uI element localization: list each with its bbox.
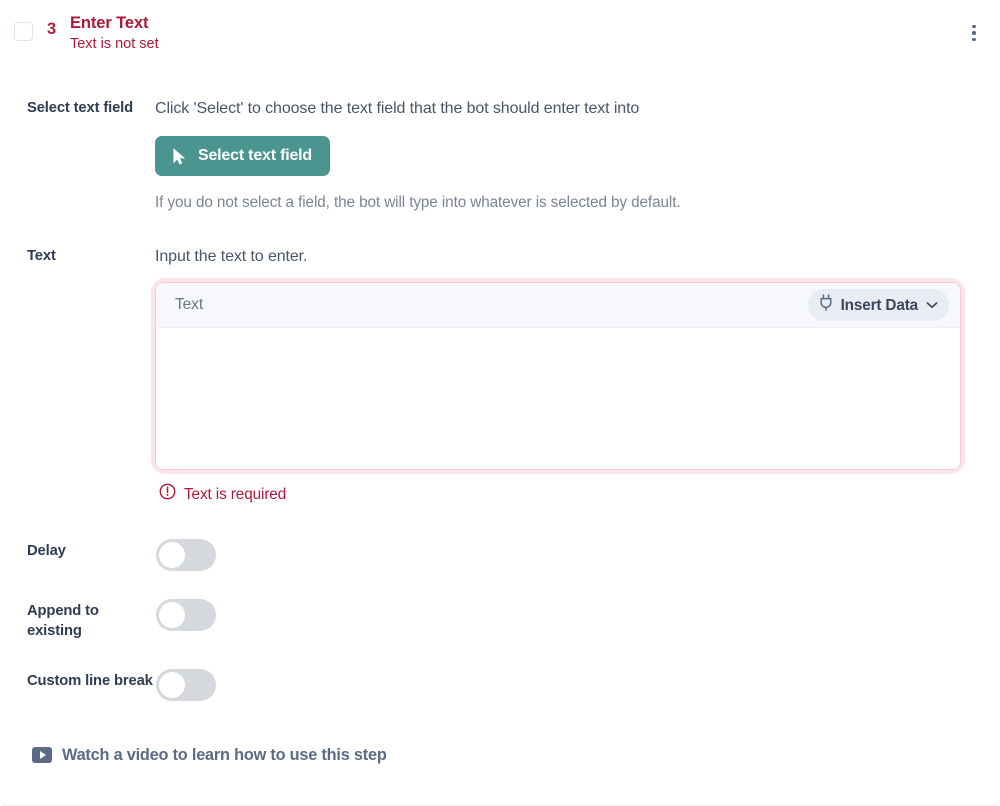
- text-error-label: Text is required: [184, 485, 286, 504]
- plug-icon: [818, 294, 834, 316]
- delay-toggle[interactable]: [156, 539, 216, 571]
- custom-line-break-row: Custom line break: [0, 669, 1000, 701]
- step-card: 3 Enter Text Text is not set Select text…: [0, 0, 1000, 806]
- text-error-message: Text is required: [159, 483, 986, 505]
- step-subtitle: Text is not set: [70, 35, 159, 54]
- delay-label: Delay: [0, 539, 155, 561]
- select-text-field-button[interactable]: Select text field: [155, 136, 330, 176]
- more-options-icon[interactable]: [962, 20, 986, 46]
- select-text-field-label: Select text field: [0, 98, 155, 118]
- delay-row: Delay: [0, 539, 1000, 571]
- step-number: 3: [47, 20, 56, 39]
- cursor-arrow-icon: [171, 147, 188, 166]
- page-title: Enter Text: [70, 13, 159, 34]
- custom-line-break-body: [155, 669, 1000, 701]
- append-to-existing-body: [155, 599, 1000, 631]
- dot: [972, 38, 975, 41]
- text-description: Input the text to enter.: [155, 246, 986, 268]
- text-editor-toolbar: Text Insert Data: [156, 283, 960, 328]
- watch-video-label: Watch a video to learn how to use this s…: [62, 745, 387, 765]
- insert-data-label: Insert Data: [841, 296, 918, 315]
- dot: [972, 25, 975, 28]
- text-row: Text Input the text to enter. Text: [0, 246, 1000, 505]
- text-editor-error-ring: Text Insert Data: [155, 282, 961, 470]
- select-text-field-button-label: Select text field: [198, 146, 312, 166]
- append-to-existing-label: Append to existing: [0, 599, 155, 641]
- toggle-knob: [159, 672, 185, 698]
- toggle-knob: [159, 602, 185, 628]
- select-text-field-body: Click 'Select' to choose the text field …: [155, 98, 1000, 213]
- exclamation-circle-icon: [159, 483, 176, 505]
- watch-video-link[interactable]: Watch a video to learn how to use this s…: [32, 745, 387, 765]
- append-to-existing-toggle[interactable]: [156, 599, 216, 631]
- custom-line-break-toggle[interactable]: [156, 669, 216, 701]
- play-video-icon: [32, 747, 52, 763]
- custom-line-break-label: Custom line break: [0, 669, 155, 691]
- toggle-knob: [159, 542, 185, 568]
- text-body: Input the text to enter. Text: [155, 246, 1000, 505]
- text-input-area[interactable]: [156, 328, 960, 469]
- step-header: 3 Enter Text Text is not set: [0, 0, 1000, 62]
- dot: [972, 31, 975, 34]
- delay-body: [155, 539, 1000, 571]
- text-editor-toolbar-label: Text: [175, 296, 203, 314]
- select-text-field-hint: If you do not select a field, the bot wi…: [155, 192, 986, 213]
- text-editor: Text Insert Data: [155, 282, 961, 470]
- chevron-down-icon: [926, 301, 938, 309]
- step-checkbox[interactable]: [14, 22, 33, 41]
- select-text-field-description: Click 'Select' to choose the text field …: [155, 98, 986, 120]
- step-title-group: Enter Text Text is not set: [70, 13, 159, 54]
- text-label: Text: [0, 246, 155, 266]
- append-to-existing-row: Append to existing: [0, 599, 1000, 641]
- select-text-field-row: Select text field Click 'Select' to choo…: [0, 98, 1000, 213]
- insert-data-button[interactable]: Insert Data: [808, 289, 949, 321]
